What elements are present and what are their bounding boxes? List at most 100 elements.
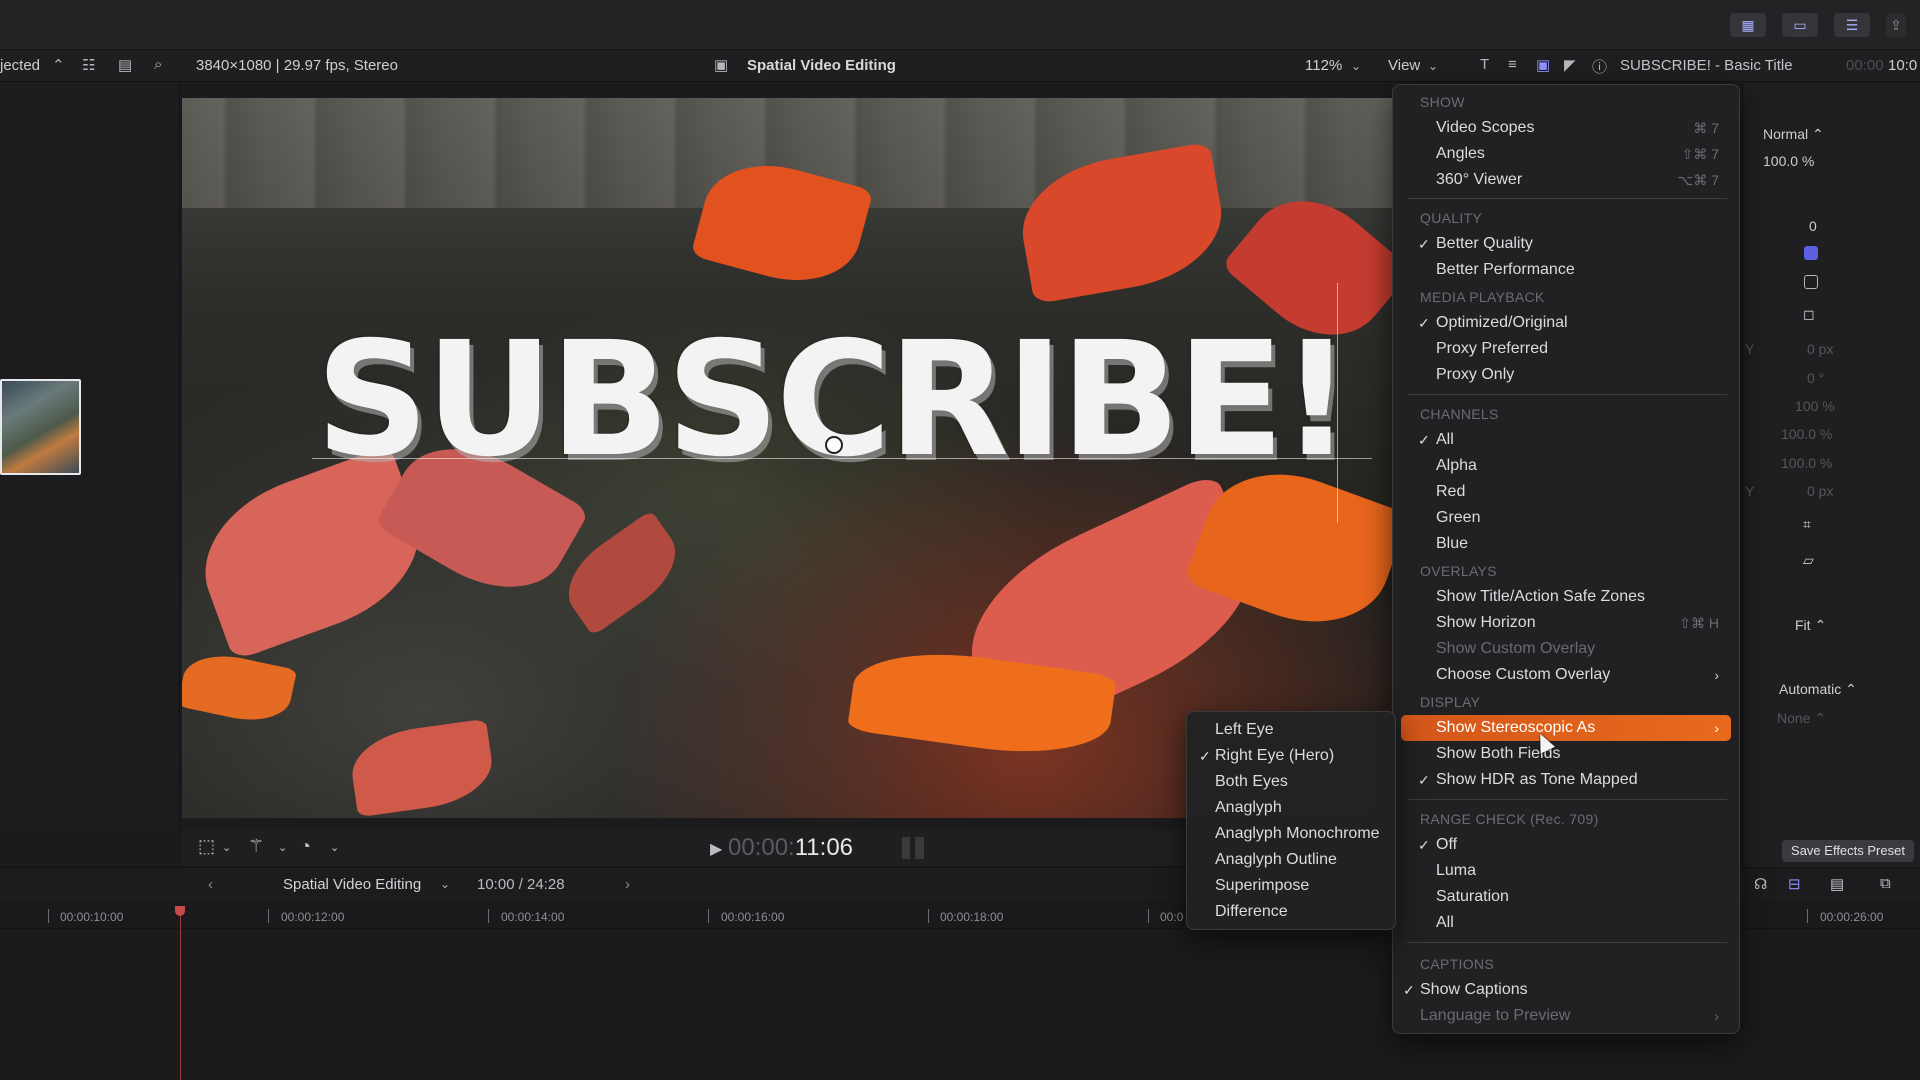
zoom-popup[interactable]: 112%: [1305, 57, 1342, 74]
menu-item-range-off[interactable]: ✓ Off: [1401, 832, 1731, 858]
none-popup[interactable]: None ⌃: [1777, 710, 1826, 727]
search-icon[interactable]: ⌕: [154, 56, 162, 73]
playhead-handle[interactable]: [175, 906, 185, 916]
menu-item-angles[interactable]: Angles ⇧⌘ 7: [1401, 141, 1731, 167]
anchor-point-handle[interactable]: [825, 436, 843, 454]
menu-item-optimized-original[interactable]: ✓ Optimized/Original: [1401, 310, 1731, 336]
menu-item-360-viewer[interactable]: 360° Viewer ⌥⌘ 7: [1401, 167, 1731, 193]
shortcut-label: ⌥⌘ 7: [1677, 172, 1719, 188]
menu-item-safe-zones[interactable]: Show Title/Action Safe Zones: [1401, 584, 1731, 610]
clip-appearance-icon[interactable]: ▤: [1830, 875, 1844, 893]
menu-item-range-luma[interactable]: Luma: [1401, 858, 1731, 884]
scale-all-value[interactable]: 100 %: [1795, 398, 1835, 414]
menu-item-show-both-fields[interactable]: Show Both Fields: [1401, 741, 1731, 767]
view-menu-button[interactable]: View: [1388, 57, 1420, 74]
menu-item-channel-alpha[interactable]: Alpha: [1401, 453, 1731, 479]
project-title: Spatial Video Editing: [747, 57, 896, 74]
skimming-icon[interactable]: ⊟: [1788, 875, 1801, 893]
menu-item-channel-all[interactable]: ✓ All: [1401, 427, 1731, 453]
ruler-tick: [48, 909, 49, 923]
submenu-item-difference[interactable]: Difference: [1193, 899, 1389, 925]
submenu-item-right-eye[interactable]: ✓ Right Eye (Hero): [1193, 743, 1389, 769]
submenu-item-both-eyes[interactable]: Both Eyes: [1193, 769, 1389, 795]
submenu-item-anaglyph[interactable]: Anaglyph: [1193, 795, 1389, 821]
menu-item-label: Show Custom Overlay: [1436, 640, 1596, 657]
title-inspector-icon[interactable]: T: [1480, 56, 1489, 73]
submenu-item-anaglyph-outline[interactable]: Anaglyph Outline: [1193, 847, 1389, 873]
submenu-item-left-eye[interactable]: Left Eye: [1193, 717, 1389, 743]
menu-item-video-scopes[interactable]: Video Scopes ⌘ 7: [1401, 115, 1731, 141]
forward-arrow-icon[interactable]: ›: [625, 876, 630, 893]
menu-item-label: Anaglyph: [1215, 799, 1282, 816]
menu-item-range-all[interactable]: All: [1401, 910, 1731, 936]
rotation-value[interactable]: 0 °: [1807, 370, 1824, 386]
menu-item-show-horizon[interactable]: Show Horizon ⇧⌘ H: [1401, 610, 1731, 636]
rate-conform-popup[interactable]: Automatic ⌃: [1779, 681, 1857, 698]
opacity-value[interactable]: 100.0 %: [1763, 153, 1814, 169]
text-inspector-icon[interactable]: ≡: [1508, 56, 1517, 73]
menu-item-proxy-preferred[interactable]: Proxy Preferred: [1401, 336, 1731, 362]
menu-item-proxy-only[interactable]: Proxy Only: [1401, 362, 1731, 388]
menu-item-show-captions[interactable]: ✓ Show Captions: [1401, 977, 1731, 1003]
effects-browser-icon[interactable]: ⧉: [1880, 875, 1891, 892]
clip-thumbnail[interactable]: [0, 379, 81, 475]
share-button[interactable]: ⇪: [1886, 13, 1906, 37]
scale-x-value[interactable]: 100.0 %: [1781, 426, 1832, 442]
submenu-arrow-icon: ›: [1714, 667, 1719, 683]
project-chevron-icon[interactable]: ⌄: [440, 877, 450, 891]
spatial-conform-popup[interactable]: Fit ⌃: [1795, 617, 1826, 634]
menu-item-range-saturation[interactable]: Saturation: [1401, 884, 1731, 910]
menu-item-better-quality[interactable]: ✓ Better Quality: [1401, 231, 1731, 257]
play-icon[interactable]: ▶: [710, 839, 722, 859]
section-media-playback: MEDIA PLAYBACK: [1420, 289, 1545, 305]
playhead[interactable]: [180, 910, 181, 1080]
position-y-value[interactable]: 0 px: [1807, 341, 1833, 357]
menu-item-channel-red[interactable]: Red: [1401, 479, 1731, 505]
menu-item-show-stereoscopic-as[interactable]: Show Stereoscopic As ›: [1401, 715, 1731, 741]
menu-item-channel-green[interactable]: Green: [1401, 505, 1731, 531]
value-field[interactable]: 0: [1809, 218, 1817, 234]
video-inspector-icon[interactable]: ▣: [1536, 56, 1550, 74]
save-effects-preset-button[interactable]: Save Effects Preset: [1782, 840, 1914, 862]
color-inspector-icon[interactable]: ◤: [1564, 56, 1576, 74]
transform-icon[interactable]: ◻: [1803, 306, 1815, 323]
filmstrip-icon[interactable]: ▤: [118, 56, 132, 74]
crop-icon[interactable]: ⌗: [1803, 516, 1811, 533]
menu-item-label: All: [1436, 431, 1454, 448]
viewer-canvas[interactable]: SUBSCRIBE!: [182, 98, 1392, 818]
scale-y-value[interactable]: 100.0 %: [1781, 455, 1832, 471]
menu-item-label: Both Eyes: [1215, 773, 1288, 790]
submenu-item-superimpose[interactable]: Superimpose: [1193, 873, 1389, 899]
menu-item-choose-custom-overlay[interactable]: Choose Custom Overlay ›: [1401, 662, 1731, 688]
transform-tool-icon[interactable]: ⬚: [198, 836, 215, 857]
enhance-chevron-icon[interactable]: ⌄: [278, 841, 287, 854]
option-checkbox[interactable]: [1804, 275, 1818, 289]
timecode-display[interactable]: 00:00:11:06: [728, 834, 853, 862]
distort-icon[interactable]: ▱: [1803, 552, 1814, 569]
magic-wand-icon[interactable]: ⚚: [248, 836, 264, 857]
browser-toggle-button[interactable]: ▦: [1730, 13, 1766, 37]
subscribe-title-text[interactable]: SUBSCRIBE!: [312, 308, 1352, 492]
inspector-timecode: 10:0: [1888, 57, 1918, 74]
transform-chevron-icon[interactable]: ⌄: [222, 841, 231, 854]
timeline-toggle-button[interactable]: ▭: [1782, 13, 1818, 37]
anchor-y-value[interactable]: 0 px: [1807, 483, 1833, 499]
menu-item-channel-blue[interactable]: Blue: [1401, 531, 1731, 557]
menu-item-better-performance[interactable]: Better Performance: [1401, 257, 1731, 283]
headphones-icon[interactable]: ☊: [1754, 875, 1767, 893]
menu-item-label: Better Quality: [1436, 235, 1533, 252]
filter-popup[interactable]: jected: [0, 57, 40, 74]
menu-separator: [1407, 942, 1727, 943]
inspector-toggle-button[interactable]: ☰: [1834, 13, 1870, 37]
list-view-icon[interactable]: ☷: [82, 56, 95, 74]
enabled-checkbox[interactable]: [1804, 246, 1818, 260]
submenu-item-anaglyph-monochrome[interactable]: Anaglyph Monochrome: [1193, 821, 1389, 847]
info-icon[interactable]: ⓘ: [1592, 56, 1607, 77]
inspector-title: SUBSCRIBE! - Basic Title: [1620, 57, 1793, 74]
back-arrow-icon[interactable]: ‹: [208, 876, 213, 893]
timeline-project-name[interactable]: Spatial Video Editing: [283, 876, 421, 893]
speed-icon[interactable]: ◔: [300, 836, 311, 857]
blend-mode-popup[interactable]: Normal ⌃: [1763, 126, 1824, 143]
speed-chevron-icon[interactable]: ⌄: [330, 841, 339, 854]
menu-item-hdr-tone-mapped[interactable]: ✓ Show HDR as Tone Mapped: [1401, 767, 1731, 793]
